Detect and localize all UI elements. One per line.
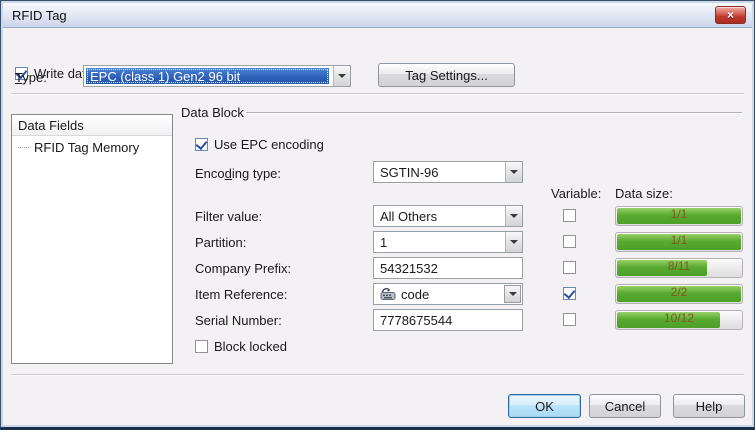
- chevron-down-icon: [509, 292, 517, 296]
- item-reference-label: Item Reference:: [195, 287, 288, 302]
- encoding-dropdown-button[interactable]: [505, 162, 522, 182]
- data-fields-panel: Data Fields RFID Tag Memory: [11, 114, 173, 364]
- type-label: Type:: [15, 70, 47, 85]
- dropdown-button[interactable]: [505, 232, 522, 252]
- company-prefix-input[interactable]: 54321532: [373, 257, 523, 279]
- filter-value-label: Filter value:: [195, 209, 262, 224]
- encoding-type-combobox[interactable]: SGTIN-96: [373, 161, 523, 183]
- dropdown-button[interactable]: [505, 206, 522, 226]
- item-reference-dropdown-button[interactable]: [504, 285, 521, 303]
- serial-number-size-bar: 10/12: [615, 310, 743, 330]
- help-button[interactable]: Help: [673, 394, 745, 418]
- size-bar-label: 8/11: [616, 259, 742, 273]
- partition-variable-checkbox[interactable]: [563, 235, 576, 248]
- serial-number-variable-checkbox[interactable]: [563, 313, 576, 326]
- company-prefix-size-bar: 8/11: [615, 258, 743, 278]
- dialog-content: Write data to RFID tag Type: EPC (class …: [3, 29, 752, 427]
- data-fields-header: Data Fields: [12, 115, 172, 136]
- keyboard-variable-icon: [380, 287, 397, 301]
- item-reference-variable-checkbox[interactable]: [563, 287, 576, 300]
- type-dropdown-button[interactable]: [333, 66, 350, 86]
- block-locked-label: Block locked: [214, 339, 287, 354]
- data-block-rule: [246, 112, 742, 114]
- size-bar-label: 2/2: [616, 285, 742, 299]
- company-prefix-label: Company Prefix:: [195, 261, 291, 276]
- filter-value-size-bar: 1/1: [615, 206, 743, 226]
- divider-bottom: [11, 374, 744, 376]
- tree-item-rfid-tag-memory[interactable]: RFID Tag Memory: [12, 136, 172, 158]
- dialog-title: RFID Tag: [12, 8, 67, 23]
- checkbox-box[interactable]: [195, 340, 208, 353]
- serial-number-input[interactable]: 7778675544: [373, 309, 523, 331]
- tag-settings-button[interactable]: Tag Settings...: [378, 63, 515, 87]
- partition-size-bar: 1/1: [615, 232, 743, 252]
- type-combobox[interactable]: EPC (class 1) Gen2 96 bit: [83, 65, 351, 87]
- chevron-down-icon: [510, 170, 518, 174]
- use-epc-checkbox[interactable]: Use EPC encoding: [195, 137, 324, 152]
- close-button[interactable]: ×: [715, 6, 746, 24]
- chevron-down-icon: [510, 240, 518, 244]
- use-epc-label: Use EPC encoding: [214, 137, 324, 152]
- block-locked-checkbox[interactable]: Block locked: [195, 339, 287, 354]
- filter-value-variable-checkbox[interactable]: [563, 209, 576, 222]
- tree-branch-icon: [18, 147, 29, 148]
- data-block-title: Data Block: [181, 105, 244, 120]
- serial-number-label: Serial Number:: [195, 313, 282, 328]
- encoding-type-label: Encoding type:: [195, 166, 281, 181]
- chevron-down-icon: [510, 214, 518, 218]
- title-bar: RFID Tag ×: [3, 3, 752, 28]
- size-bar-label: 1/1: [616, 207, 742, 221]
- partition-combobox[interactable]: 1: [373, 231, 523, 253]
- company-prefix-variable-checkbox[interactable]: [563, 261, 576, 274]
- cancel-button[interactable]: Cancel: [589, 394, 661, 418]
- item-reference-combobox[interactable]: code: [373, 283, 523, 305]
- datasize-header: Data size:: [615, 186, 673, 201]
- item-reference-size-bar: 2/2: [615, 284, 743, 304]
- variable-header: Variable:: [551, 186, 601, 201]
- ok-button[interactable]: OK: [508, 394, 581, 418]
- checkbox-box[interactable]: [195, 138, 208, 151]
- close-icon: ×: [727, 9, 734, 21]
- partition-label: Partition:: [195, 235, 246, 250]
- size-bar-label: 1/1: [616, 233, 742, 247]
- rfid-tag-dialog: RFID Tag × Write data to RFID tag Type: …: [0, 0, 755, 430]
- chevron-down-icon: [338, 74, 346, 78]
- filter-value-combobox[interactable]: All Others: [373, 205, 523, 227]
- type-selected-value: EPC (class 1) Gen2 96 bit: [86, 68, 329, 84]
- divider-top: [11, 93, 744, 95]
- size-bar-label: 10/12: [616, 311, 742, 325]
